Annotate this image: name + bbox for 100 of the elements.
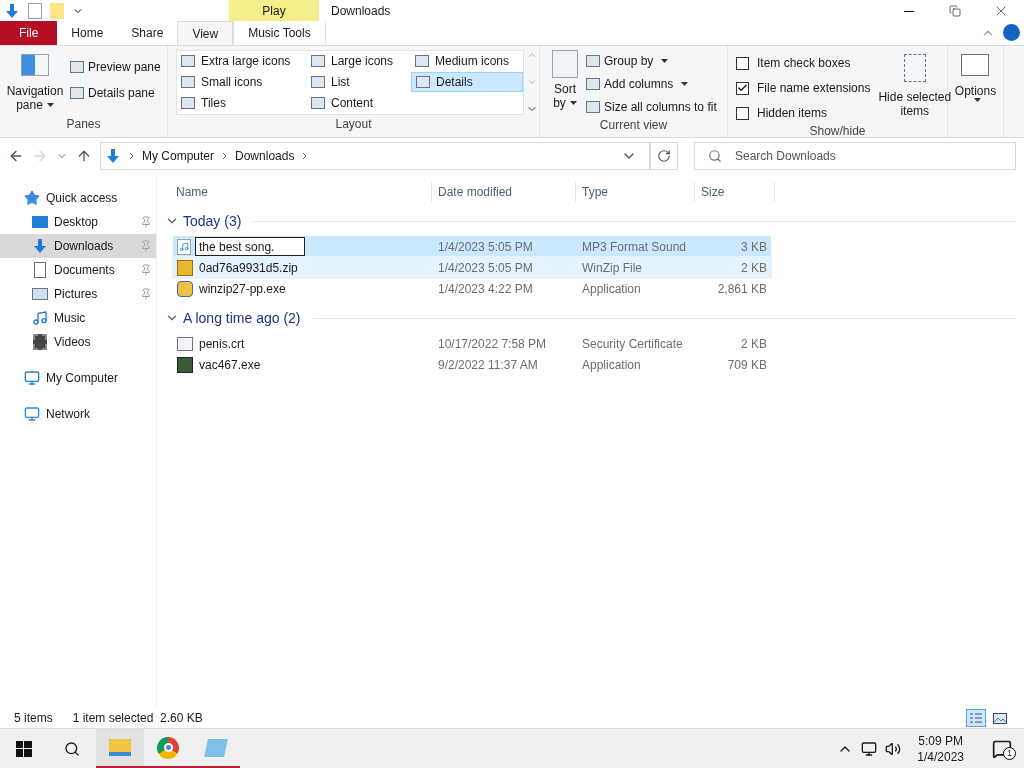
breadcrumb[interactable]: Downloads: [235, 147, 295, 165]
navigation-item[interactable]: My Computer: [0, 366, 156, 390]
checkbox[interactable]: [736, 56, 749, 70]
address-field[interactable]: My Computer Downloads: [100, 142, 650, 170]
document-icon: [34, 262, 46, 278]
dropdown-caret-icon: [974, 98, 981, 102]
breadcrumb[interactable]: My Computer: [142, 147, 215, 165]
rename-field[interactable]: the best song.: [195, 237, 305, 256]
column-header[interactable]: Name: [165, 182, 432, 202]
layout-option[interactable]: Content: [307, 93, 411, 113]
group-label: Panes: [65, 116, 102, 133]
type-cell-text: Security Certificate: [581, 335, 684, 353]
download-arrow-icon: [32, 238, 48, 254]
up-icon[interactable]: [76, 148, 92, 164]
navigation-item[interactable]: Quick access: [0, 186, 156, 210]
pane-icon: [70, 61, 84, 73]
ribbon-tab[interactable]: Music Tools: [233, 21, 326, 45]
layout-option[interactable]: Details: [411, 72, 523, 92]
group-header[interactable]: Today (3): [183, 210, 242, 232]
file-row[interactable]: penis.crt 10/17/2022 7:58 PM Security Certificate 2 KB: [173, 333, 771, 354]
windows-logo-icon: [16, 740, 32, 757]
chevron-right-icon: [129, 152, 134, 160]
view-icon: [181, 55, 195, 67]
speech-bubble-icon: [992, 738, 1012, 759]
restore-icon: [949, 5, 961, 17]
options-button[interactable]: Options: [954, 54, 997, 102]
layout-option[interactable]: Large icons: [307, 51, 411, 71]
navigation-item[interactable]: Network: [0, 402, 156, 426]
navigation-item[interactable]: Desktop: [0, 210, 156, 234]
network-icon[interactable]: [861, 740, 878, 757]
navigation-pane-button[interactable]: Navigation pane: [4, 54, 66, 115]
layout-option[interactable]: Medium icons: [411, 51, 523, 71]
column-icon: [586, 101, 600, 113]
ribbon-tab[interactable]: Home: [57, 21, 118, 45]
layout-option[interactable]: Tiles: [177, 93, 307, 113]
back-icon[interactable]: [8, 148, 24, 164]
column-header[interactable]: Size: [695, 182, 775, 202]
pane-icon: [70, 87, 84, 99]
archive-icon: [177, 259, 193, 276]
view-icon: [311, 97, 325, 109]
file-tab[interactable]: File: [0, 21, 58, 45]
hide-selected-items-button[interactable]: Hide selected items: [878, 54, 952, 122]
column-header[interactable]: Date modified: [432, 182, 576, 202]
navigation-item[interactable]: Downloads: [0, 234, 156, 258]
current-view-option[interactable]: Group by: [586, 52, 717, 70]
network-icon: [24, 406, 40, 422]
navigation-item[interactable]: Music: [0, 306, 156, 330]
current-view-option[interactable]: Size all columns to fit: [586, 98, 717, 116]
layout-option[interactable]: Small icons: [177, 72, 307, 92]
monitor-icon: [24, 370, 40, 386]
view-icon: [415, 55, 429, 67]
clock[interactable]: 5:09 PM 1/4/2023: [909, 732, 972, 765]
sort-by-button[interactable]: Sort by: [548, 50, 582, 116]
date-cell-text: 10/17/2022 7:58 PM: [437, 335, 548, 353]
file-row[interactable]: winzip27-pp.exe 1/4/2023 4:22 PM Application 2,861 KB: [173, 278, 771, 299]
pin-icon: [140, 264, 152, 276]
column-icon: [586, 78, 600, 90]
layout-option[interactable]: Extra large icons: [177, 51, 307, 71]
action-center-button[interactable]: 1: [980, 729, 1024, 768]
properties-icon[interactable]: [28, 3, 42, 19]
size-cell-text: 2,861 KB: [716, 280, 768, 298]
group-header[interactable]: A long time ago (2): [183, 307, 301, 329]
star-icon: [24, 190, 40, 206]
file-row[interactable]: 0ad76a9931d5.zip 1/4/2023 5:05 PM WinZip File 2 KB: [173, 257, 771, 278]
date-cell-text: 1/4/2023 5:05 PM: [437, 259, 534, 277]
pin-icon: [140, 288, 152, 300]
installer-icon: [177, 280, 193, 297]
checkbox-label: Item check boxes: [757, 55, 851, 72]
checkbox[interactable]: [736, 81, 749, 95]
file-row[interactable]: vac467.exe 9/2/2022 11:37 AM Application 709 KB: [173, 354, 771, 375]
size-cell-text: 2 KB: [740, 335, 768, 353]
current-view-option[interactable]: Add columns: [586, 75, 717, 93]
taskbar-app[interactable]: [96, 729, 144, 768]
pane-option[interactable]: Details pane: [70, 84, 161, 102]
pane-option[interactable]: Preview pane: [70, 58, 161, 76]
group-label: Show/hide: [808, 123, 867, 140]
navigation-item[interactable]: Pictures: [0, 282, 156, 306]
file-row[interactable]: the best song. 1/4/2023 5:05 PM MP3 Format Sound 3 KB: [173, 236, 771, 257]
search-field[interactable]: Search Downloads: [694, 142, 1016, 170]
volume-icon[interactable]: [885, 740, 902, 757]
search-icon: [708, 149, 722, 163]
audio-file-icon: [177, 238, 191, 255]
navigation-item[interactable]: Videos: [0, 330, 156, 354]
column-header[interactable]: Type: [576, 182, 695, 202]
chevron-right-icon: [302, 152, 308, 160]
navigation-item[interactable]: Documents: [0, 258, 156, 282]
ribbon-tab[interactable]: View: [177, 21, 234, 45]
view-icon: [311, 55, 325, 67]
view-icon: [416, 76, 430, 88]
dropdown-caret-icon: [681, 82, 689, 86]
dropdown-caret-icon: [661, 59, 669, 63]
pin-icon: [140, 240, 152, 252]
checkbox[interactable]: [736, 106, 749, 120]
checkbox-label: Hidden items: [757, 105, 828, 122]
minimize-icon: [904, 10, 914, 12]
refresh-button[interactable]: [650, 142, 678, 170]
layout-option[interactable]: List: [307, 72, 411, 92]
ribbon-tab[interactable]: Share: [117, 21, 178, 45]
selection-info: 1 item selected 2.60 KB: [72, 710, 203, 727]
type-cell-text: Application: [581, 280, 642, 298]
